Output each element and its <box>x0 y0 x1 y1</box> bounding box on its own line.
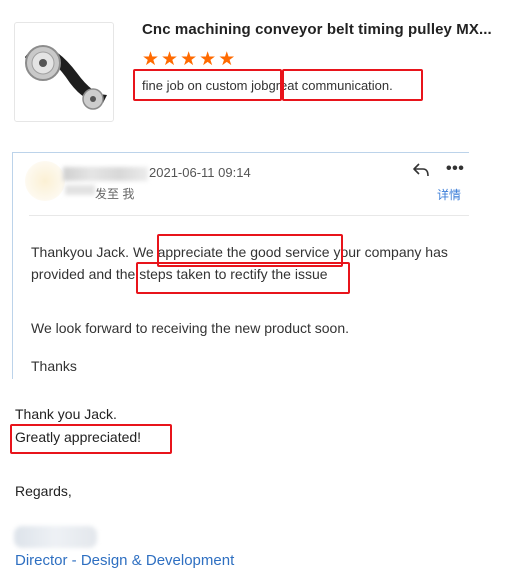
highlight-box <box>10 424 172 454</box>
details-link[interactable]: 详情 <box>437 186 461 203</box>
divider <box>29 215 469 216</box>
highlight-box <box>282 69 423 101</box>
email-body-paragraph-2: We look forward to receiving the new pro… <box>31 320 350 336</box>
star-icon: ★ <box>218 49 236 70</box>
star-icon: ★ <box>161 49 179 70</box>
email-date: 2021-06-11 09:14 <box>149 165 251 180</box>
timing-pulley-image <box>25 45 107 110</box>
product-thumbnail[interactable] <box>14 22 114 122</box>
avatar <box>25 161 65 201</box>
regards-text: Regards, <box>15 483 72 499</box>
highlight-box <box>136 262 350 294</box>
reply-icon[interactable] <box>412 162 430 178</box>
sender-name-redacted <box>63 167 148 181</box>
more-options-icon[interactable]: ••• <box>446 160 464 178</box>
signature-title: Director - Design & Development <box>15 552 235 569</box>
star-icon: ★ <box>199 49 217 70</box>
product-title[interactable]: Cnc machining conveyor belt timing pulle… <box>142 21 492 38</box>
star-icon: ★ <box>180 49 198 70</box>
reply-line-1: Thank you Jack. <box>15 406 117 422</box>
email-body-paragraph-3: Thanks <box>31 358 77 374</box>
email-recipient: 发至 我 <box>95 187 135 201</box>
signature-name-redacted <box>14 526 97 548</box>
rating-stars: ★ ★ ★ ★ ★ <box>142 49 236 70</box>
body-text: provided and the <box>31 266 140 282</box>
star-icon: ★ <box>142 49 160 70</box>
recipient-redacted <box>65 185 95 195</box>
body-text: your company has <box>329 244 448 260</box>
highlight-box <box>133 69 282 101</box>
body-text: Thankyou Jack. We <box>31 244 158 260</box>
